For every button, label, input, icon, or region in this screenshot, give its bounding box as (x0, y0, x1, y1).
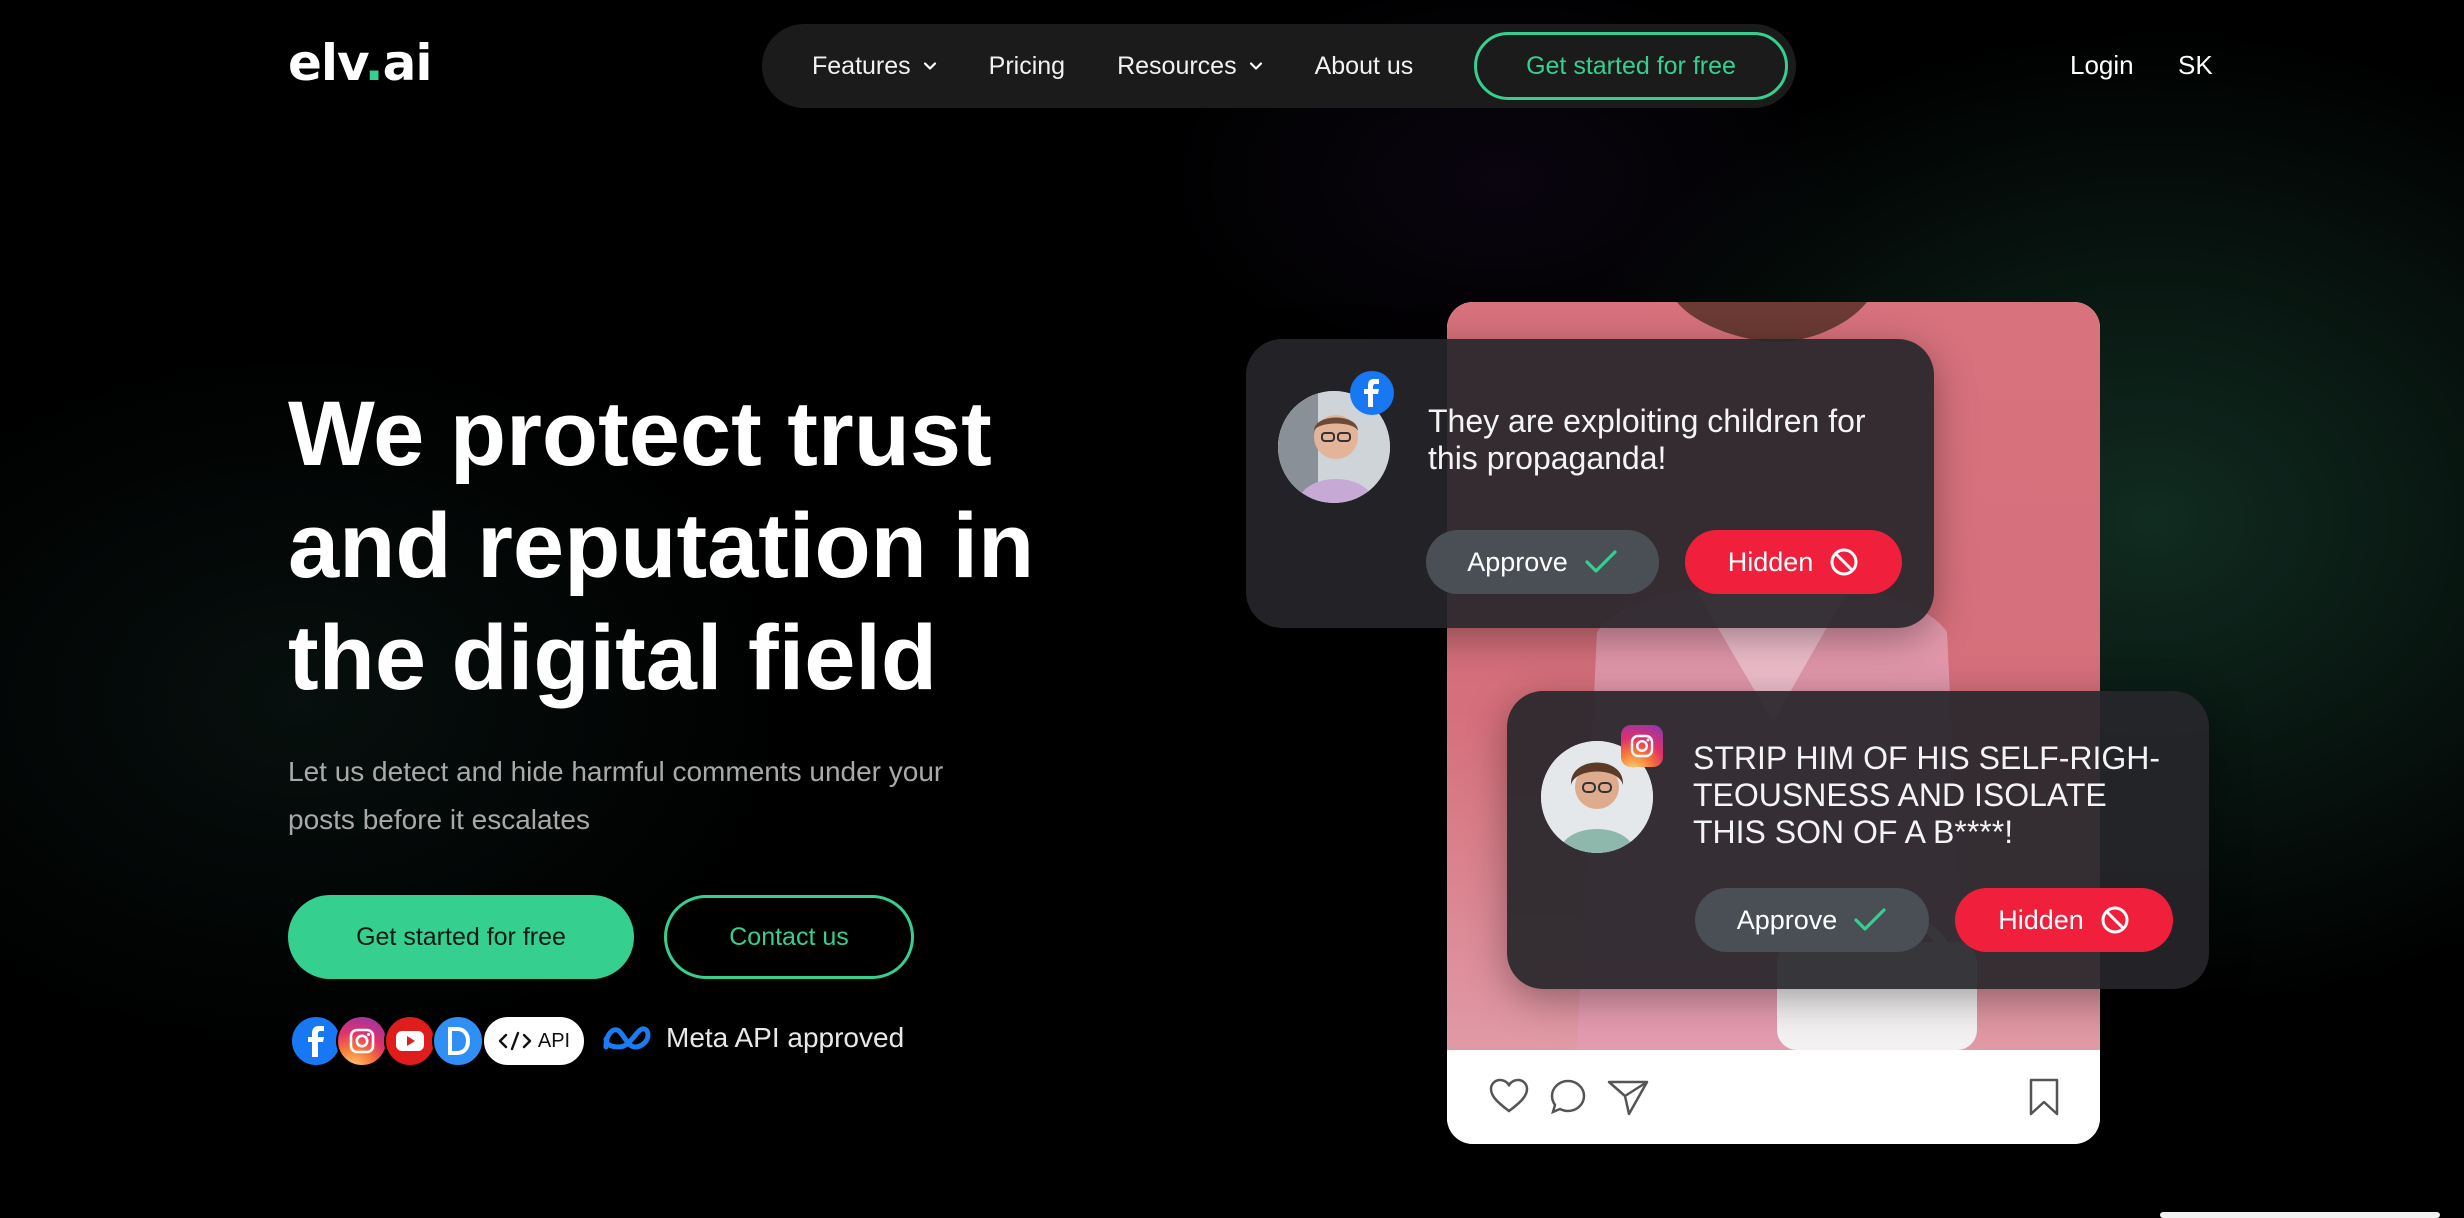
block-icon (1830, 548, 1858, 576)
check-icon (1585, 550, 1617, 573)
logo-suffix: ai (382, 34, 433, 92)
comment-text: STRIP HIM OF HIS SELF-RIGH-TEOUSNESS AND… (1693, 740, 2160, 850)
api-chip: API (482, 1015, 586, 1067)
chevron-down-icon (923, 62, 936, 70)
comment-card-instagram: STRIP HIM OF HIS SELF-RIGH-TEOUSNESS AND… (1507, 691, 2209, 989)
check-icon (1854, 908, 1886, 931)
hidden-label: Hidden (1727, 546, 1814, 577)
youtube-icon (384, 1015, 436, 1067)
hero-title-line: the digital field (288, 607, 938, 709)
chevron-down-icon (1249, 62, 1262, 70)
approve-button[interactable]: Approve (1426, 530, 1659, 594)
comment-text: They are exploiting children for this pr… (1428, 403, 1866, 476)
meta-icon (603, 1026, 651, 1050)
nav-item-label: About us (1314, 51, 1414, 80)
logo-prefix: elv (288, 34, 366, 92)
meta-label: Meta API approved (666, 1022, 905, 1053)
hero-title-line: We protect trust (288, 383, 992, 485)
section-edge (2160, 1212, 2440, 1218)
approve-label: Approve (1736, 904, 1838, 935)
facebook-icon (1350, 371, 1394, 415)
bookmark-icon[interactable] (2027, 1078, 2061, 1116)
heart-icon[interactable] (1489, 1078, 1529, 1114)
d-icon (432, 1015, 484, 1067)
nav-item-features[interactable]: Features (812, 52, 937, 81)
facebook-icon (290, 1015, 342, 1067)
logo-dot: . (364, 34, 384, 92)
get-started-nav-button[interactable]: Get started for free (1474, 32, 1788, 100)
hero-title-line: and reputation in (288, 495, 1035, 597)
comment-icon[interactable] (1549, 1078, 1587, 1116)
hidden-button[interactable]: Hidden (1685, 530, 1902, 594)
language-switch[interactable]: SK (2178, 50, 2213, 81)
nav-item-label: Features (812, 51, 911, 80)
instagram-icon (1621, 725, 1663, 767)
send-icon[interactable] (1607, 1078, 1649, 1116)
hidden-label: Hidden (1998, 904, 2084, 935)
approve-button[interactable]: Approve (1695, 888, 1929, 952)
contact-us-button[interactable]: Contact us (664, 895, 914, 979)
login-link[interactable]: Login (2070, 50, 2134, 81)
meta-approved: Meta API approved (602, 1022, 904, 1054)
get-started-button[interactable]: Get started for free (288, 895, 634, 979)
nav-item-pricing[interactable]: Pricing (989, 52, 1065, 81)
hero-title: We protect trust and reputation in the d… (288, 378, 1048, 714)
api-label: API (537, 1029, 571, 1052)
code-icon (498, 1031, 532, 1051)
logo[interactable]: elv.ai (288, 34, 433, 92)
instagram-icon (336, 1015, 388, 1067)
approve-label: Approve (1467, 546, 1568, 577)
nav-item-label: Resources (1117, 51, 1237, 80)
nav-item-about-us[interactable]: About us (1315, 52, 1414, 81)
comment-card-facebook: They are exploiting children for this pr… (1246, 339, 1934, 628)
block-icon (2101, 906, 2129, 934)
main-nav: Features Pricing Resources About us Get … (762, 24, 1796, 108)
nav-item-resources[interactable]: Resources (1117, 52, 1263, 81)
hidden-button[interactable]: Hidden (1955, 888, 2173, 952)
hero-subtitle: Let us detect and hide harmful comments … (288, 756, 944, 835)
post-actions-bar (1447, 1050, 2100, 1144)
nav-item-label: Pricing (988, 51, 1066, 80)
platform-icons: API (290, 1015, 590, 1069)
